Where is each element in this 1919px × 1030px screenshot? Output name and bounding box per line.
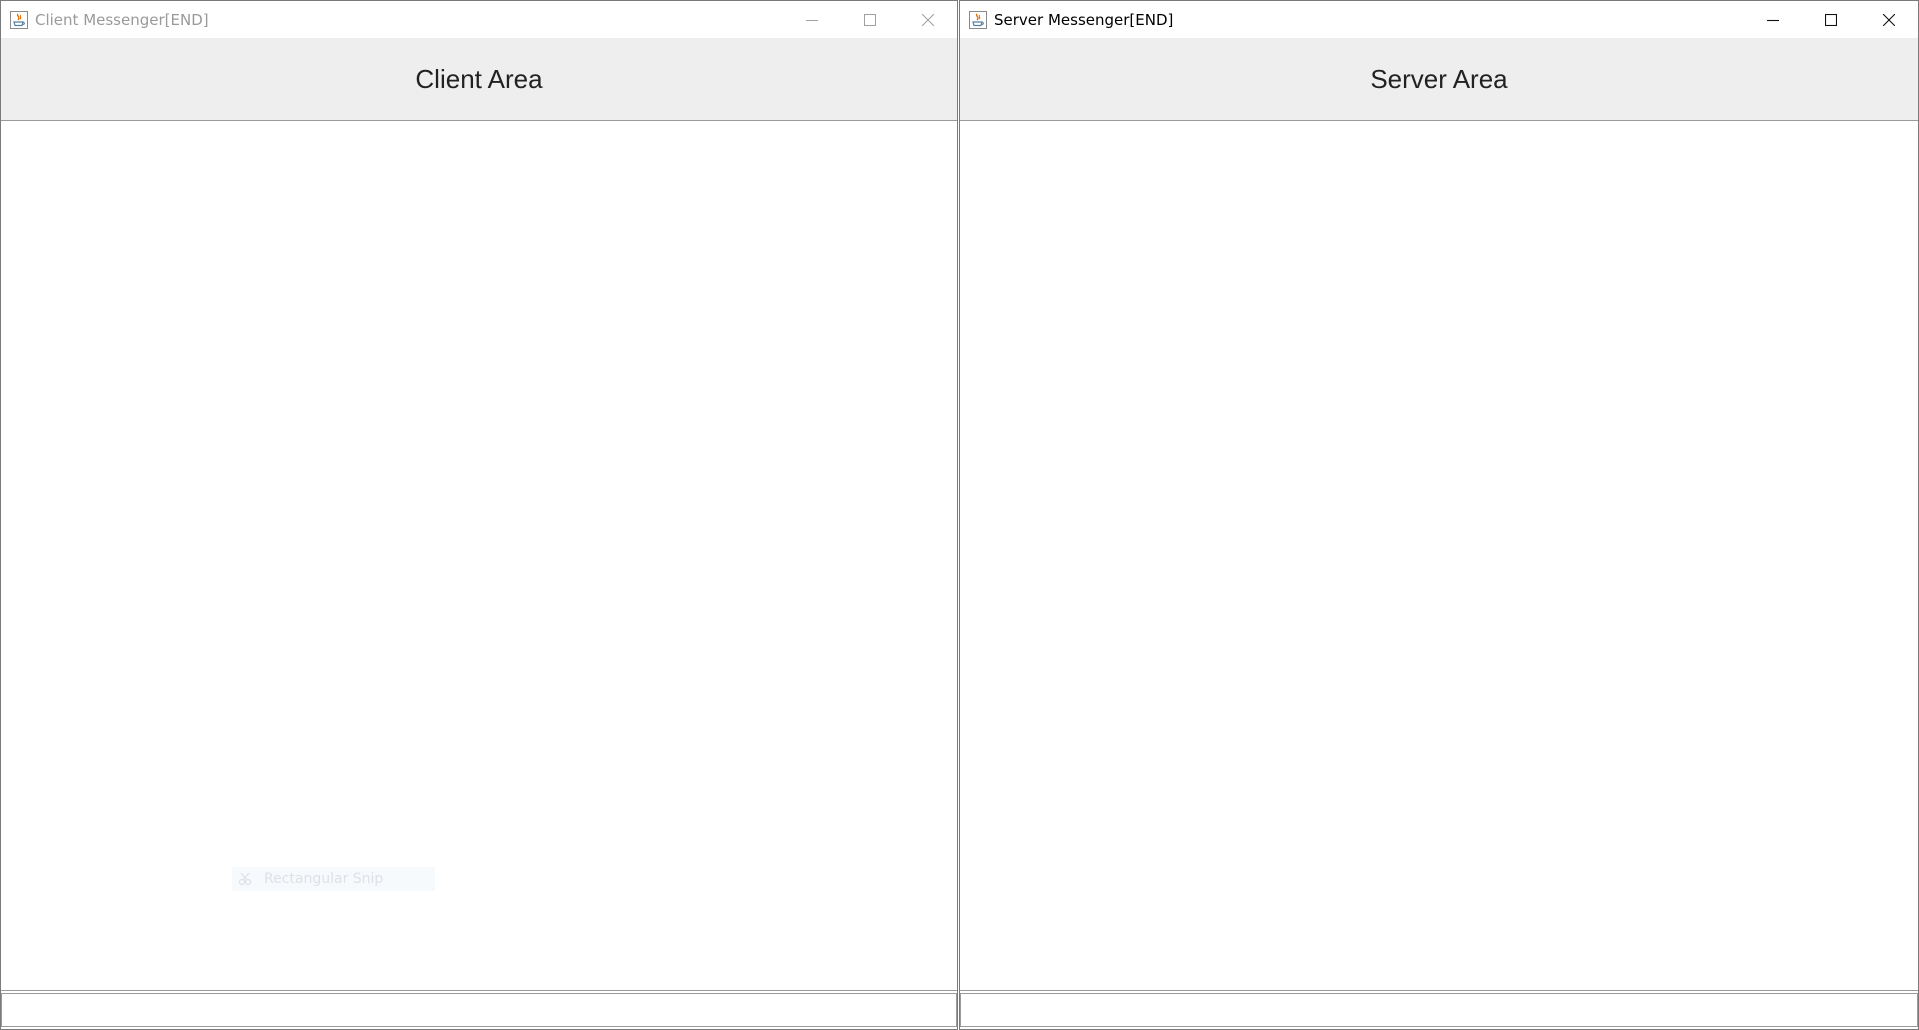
server-window[interactable]: Server Messenger[END] Server Area xyxy=(959,0,1919,1030)
client-titlebar[interactable]: Client Messenger[END] xyxy=(1,1,957,38)
server-titlebar[interactable]: Server Messenger[END] xyxy=(960,1,1918,38)
server-header: Server Area xyxy=(960,38,1918,121)
client-message-input[interactable] xyxy=(1,993,957,1027)
client-close-button[interactable] xyxy=(899,1,957,38)
desktop: Client Messenger[END] Client Area Rectan… xyxy=(0,0,1919,1030)
client-window-title: Client Messenger[END] xyxy=(35,10,209,29)
client-window[interactable]: Client Messenger[END] Client Area Rectan… xyxy=(0,0,958,1030)
client-maximize-button[interactable] xyxy=(841,1,899,38)
close-icon xyxy=(922,13,934,26)
server-close-button[interactable] xyxy=(1860,1,1918,38)
server-maximize-button[interactable] xyxy=(1802,1,1860,38)
client-header: Client Area xyxy=(1,38,957,121)
java-icon[interactable] xyxy=(968,10,988,30)
server-message-input[interactable] xyxy=(960,993,1918,1027)
scissors-icon xyxy=(238,872,252,886)
server-minimize-button[interactable] xyxy=(1744,1,1802,38)
minimize-icon xyxy=(1767,19,1779,21)
server-message-area[interactable] xyxy=(960,121,1918,991)
server-window-title: Server Messenger[END] xyxy=(994,10,1174,29)
minimize-icon xyxy=(806,19,818,21)
server-area-label: Server Area xyxy=(1370,63,1508,94)
client-minimize-button[interactable] xyxy=(783,1,841,38)
client-title-buttons xyxy=(783,1,957,38)
java-icon[interactable] xyxy=(9,10,29,30)
client-message-area[interactable]: Rectangular Snip xyxy=(1,121,957,991)
server-title-buttons xyxy=(1744,1,1918,38)
client-area-label: Client Area xyxy=(415,63,543,94)
close-icon xyxy=(1883,13,1895,26)
rectangular-snip-overlay: Rectangular Snip xyxy=(232,867,435,891)
maximize-icon xyxy=(864,13,876,26)
snip-label: Rectangular Snip xyxy=(264,871,384,887)
maximize-icon xyxy=(1825,13,1837,26)
